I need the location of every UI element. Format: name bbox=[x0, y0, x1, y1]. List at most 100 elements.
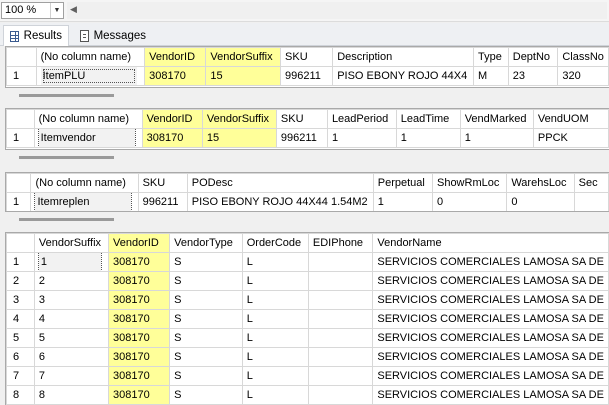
scroll-thumb[interactable] bbox=[19, 156, 114, 159]
table-cell[interactable]: S bbox=[169, 271, 243, 291]
table-cell[interactable]: SERVICIOS COMERCIALES LAMOSA SA DE bbox=[372, 366, 609, 386]
table-cell[interactable]: 1 bbox=[326, 128, 397, 148]
top-horizontal-scrollbar[interactable]: ◀ bbox=[67, 2, 607, 19]
scroll-left-icon[interactable]: ◀ bbox=[70, 4, 77, 15]
row-number[interactable]: 8 bbox=[6, 385, 35, 405]
row-number[interactable]: 5 bbox=[6, 328, 35, 348]
table-cell[interactable] bbox=[307, 290, 374, 310]
table-cell[interactable]: 3 bbox=[33, 290, 109, 310]
table-cell[interactable]: 23 bbox=[507, 66, 559, 86]
column-header[interactable]: LeadPeriod bbox=[326, 109, 397, 129]
column-header[interactable]: DeptNo bbox=[507, 47, 559, 67]
column-header[interactable]: VendorID bbox=[141, 109, 203, 129]
table-row[interactable]: 2 2 308170 S L SERVICIOS COMERCIALES LAM… bbox=[6, 271, 609, 291]
table-cell[interactable]: 0 bbox=[431, 192, 508, 211]
table-cell[interactable]: 308170 bbox=[141, 128, 203, 148]
column-header[interactable]: SKU bbox=[137, 173, 188, 193]
table-cell[interactable]: PPCK bbox=[532, 128, 609, 148]
row-number[interactable]: 7 bbox=[6, 366, 35, 386]
table-cell[interactable]: 996211 bbox=[275, 128, 328, 148]
column-header[interactable]: (No column name) bbox=[35, 47, 146, 67]
table-cell[interactable]: SERVICIOS COMERCIALES LAMOSA SA DE bbox=[372, 271, 609, 291]
table-cell[interactable]: 308170 bbox=[107, 252, 171, 272]
selected-cell-value[interactable]: ItemPLU bbox=[40, 67, 137, 85]
table-cell[interactable]: PISO EBONY ROJO 44X4 bbox=[332, 66, 474, 86]
table-row[interactable]: 8 8 308170 S L SERVICIOS COMERCIALES LAM… bbox=[6, 385, 609, 405]
row-number[interactable]: 3 bbox=[6, 290, 35, 310]
table-cell[interactable]: 308170 bbox=[144, 66, 207, 86]
table-row[interactable]: 5 5 308170 S L SERVICIOS COMERCIALES LAM… bbox=[6, 328, 609, 348]
column-header[interactable]: VendorSuffix bbox=[205, 47, 282, 67]
table-cell[interactable]: 308170 bbox=[107, 271, 171, 291]
result-grid-2-scrollbar[interactable] bbox=[5, 152, 609, 162]
table-cell[interactable]: 15 bbox=[201, 128, 277, 148]
column-header[interactable]: OrderCode bbox=[241, 233, 309, 253]
tab-results[interactable]: Results bbox=[3, 25, 69, 46]
table-cell[interactable] bbox=[307, 328, 374, 348]
column-header[interactable]: VendorType bbox=[169, 233, 243, 253]
table-cell[interactable]: 320 bbox=[557, 66, 609, 86]
table-cell[interactable]: 308170 bbox=[107, 385, 171, 405]
table-cell[interactable]: L bbox=[241, 366, 309, 386]
table-cell[interactable] bbox=[307, 385, 374, 405]
table-cell[interactable] bbox=[573, 192, 609, 211]
table-cell[interactable]: 996211 bbox=[280, 66, 334, 86]
column-header[interactable]: LeadTime bbox=[395, 109, 461, 129]
column-header[interactable]: VendorSuffix bbox=[33, 233, 109, 253]
table-cell[interactable] bbox=[307, 366, 374, 386]
table-row[interactable]: 7 7 308170 S L SERVICIOS COMERCIALES LAM… bbox=[6, 366, 609, 386]
result-grid-3-scrollbar[interactable] bbox=[5, 214, 609, 224]
table-cell[interactable] bbox=[307, 347, 374, 367]
column-header[interactable]: (No column name) bbox=[33, 109, 143, 129]
column-header[interactable]: VendorSuffix bbox=[201, 109, 277, 129]
column-header[interactable]: Type bbox=[472, 47, 509, 67]
table-cell[interactable]: Itemreplen bbox=[30, 192, 139, 211]
column-header[interactable]: ClassNo bbox=[557, 47, 609, 67]
table-row[interactable]: 3 3 308170 S L SERVICIOS COMERCIALES LAM… bbox=[6, 290, 609, 310]
column-header[interactable]: Description bbox=[332, 47, 474, 67]
table-cell[interactable] bbox=[307, 252, 374, 272]
table-cell[interactable]: 308170 bbox=[107, 347, 171, 367]
table-cell[interactable] bbox=[307, 309, 374, 329]
table-cell[interactable]: L bbox=[241, 328, 309, 348]
table-cell[interactable]: SERVICIOS COMERCIALES LAMOSA SA DE bbox=[372, 252, 609, 272]
selected-cell-value[interactable]: Itemreplen bbox=[34, 193, 133, 211]
column-header[interactable]: Perpetual bbox=[372, 173, 433, 193]
table-cell[interactable]: L bbox=[241, 347, 309, 367]
scroll-thumb[interactable] bbox=[19, 94, 114, 97]
row-number[interactable]: 1 bbox=[6, 252, 35, 272]
table-cell[interactable]: SERVICIOS COMERCIALES LAMOSA SA DE bbox=[372, 328, 609, 348]
table-cell[interactable]: SERVICIOS COMERCIALES LAMOSA SA DE bbox=[372, 347, 609, 367]
table-cell[interactable]: M bbox=[472, 66, 509, 86]
table-cell[interactable]: L bbox=[241, 271, 309, 291]
table-cell[interactable]: SERVICIOS COMERCIALES LAMOSA SA DE bbox=[372, 290, 609, 310]
row-number[interactable]: 4 bbox=[6, 309, 35, 329]
column-header[interactable]: PODesc bbox=[186, 173, 374, 193]
table-cell[interactable]: 1 bbox=[395, 128, 461, 148]
column-header[interactable]: VendUOM bbox=[532, 109, 609, 129]
table-cell[interactable]: 996211 bbox=[137, 192, 188, 211]
table-cell[interactable] bbox=[307, 271, 374, 291]
column-header[interactable]: (No column name) bbox=[30, 173, 139, 193]
table-cell[interactable]: S bbox=[169, 385, 243, 405]
table-cell[interactable]: 8 bbox=[33, 385, 109, 405]
table-row[interactable]: 1 Itemvendor 308170 15 996211 1 1 1 PPCK bbox=[6, 128, 609, 148]
table-cell[interactable]: L bbox=[241, 309, 309, 329]
table-cell[interactable]: 308170 bbox=[107, 309, 171, 329]
table-cell[interactable]: 1 bbox=[372, 192, 433, 211]
zoom-dropdown[interactable]: 100 % ▼ bbox=[1, 2, 64, 19]
result-grid-1-scrollbar[interactable] bbox=[5, 90, 609, 100]
column-header[interactable]: WarehsLoc bbox=[506, 173, 575, 193]
row-number[interactable]: 6 bbox=[6, 347, 35, 367]
table-row[interactable]: 6 6 308170 S L SERVICIOS COMERCIALES LAM… bbox=[6, 347, 609, 367]
table-cell[interactable]: L bbox=[241, 252, 309, 272]
table-cell[interactable]: L bbox=[241, 290, 309, 310]
table-cell[interactable]: S bbox=[169, 328, 243, 348]
table-row[interactable]: 1 ItemPLU 308170 15 996211 PISO EBONY RO… bbox=[6, 66, 609, 86]
table-row[interactable]: 1 1 308170 S L SERVICIOS COMERCIALES LAM… bbox=[6, 252, 609, 272]
table-cell[interactable]: S bbox=[169, 252, 243, 272]
table-cell[interactable]: ItemPLU bbox=[35, 66, 146, 86]
column-header[interactable]: VendorName bbox=[372, 233, 609, 253]
chevron-down-icon[interactable]: ▼ bbox=[50, 3, 63, 18]
row-number[interactable]: 2 bbox=[6, 271, 35, 291]
